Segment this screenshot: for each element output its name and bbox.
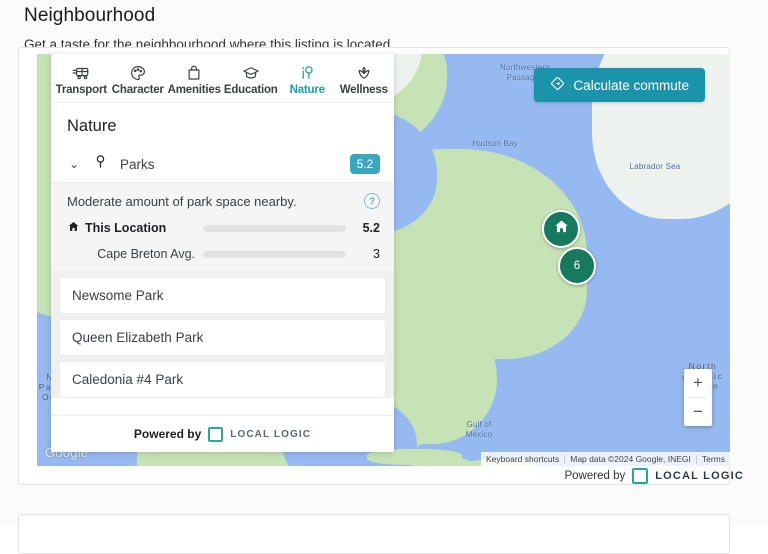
- area-average-value: 3: [373, 247, 380, 261]
- help-icon[interactable]: ?: [364, 193, 380, 209]
- list-item[interactable]: Queen Elizabeth Park: [59, 319, 386, 356]
- shopping-bag-icon: [184, 64, 204, 82]
- this-location-label-group: This Location: [67, 220, 195, 236]
- bus-icon: [71, 64, 91, 82]
- lotus-icon: [354, 64, 374, 82]
- this-location-label: This Location: [85, 221, 167, 235]
- chevron-down-icon[interactable]: ⌄: [67, 157, 81, 171]
- local-logic-logo-icon: [208, 426, 224, 442]
- zoom-out-button[interactable]: −: [684, 398, 712, 426]
- graduation-cap-icon: [241, 64, 261, 82]
- tab-nature[interactable]: Nature: [279, 54, 336, 102]
- tab-amenities[interactable]: Amenities: [166, 54, 223, 102]
- tab-amenities-label: Amenities: [167, 84, 221, 96]
- commute-diamond-icon: [550, 76, 565, 94]
- panel-powered-by-text: Powered by: [133, 427, 202, 441]
- map-cluster-count: 6: [573, 260, 581, 272]
- neighbourhood-page: Neighbourhood Get a taste for the neighb…: [0, 0, 768, 554]
- map-marker-home[interactable]: [542, 210, 580, 248]
- map-zoom-controls: + −: [684, 369, 712, 426]
- category-name: Parks: [120, 156, 155, 172]
- tab-education-label: Education: [223, 84, 278, 96]
- map-marker-cluster[interactable]: 6: [558, 247, 596, 285]
- calculate-commute-label: Calculate commute: [573, 77, 689, 93]
- tab-nature-label: Nature: [289, 84, 325, 96]
- card-powered-by: Powered by LOCAL LOGIC: [564, 468, 744, 484]
- keyboard-shortcuts-link[interactable]: Keyboard shortcuts: [481, 454, 564, 464]
- calculate-commute-button[interactable]: Calculate commute: [534, 68, 705, 102]
- tree-icon: [93, 153, 108, 175]
- home-icon: [553, 218, 570, 240]
- panel-heading: Nature: [67, 117, 117, 135]
- palette-icon: [128, 64, 148, 82]
- neighbourhood-info-panel: Transport Character Amenities Education …: [51, 54, 394, 452]
- home-icon: [67, 220, 80, 236]
- category-detail: Moderate amount of park space nearby. ? …: [51, 183, 394, 271]
- area-average-label: Cape Breton Avg.: [97, 247, 195, 261]
- category-description: Moderate amount of park space nearby.: [67, 193, 297, 209]
- page-title: Neighbourhood: [24, 5, 156, 26]
- card-powered-by-text: Powered by: [564, 470, 626, 482]
- category-tabs: Transport Character Amenities Education …: [51, 54, 394, 103]
- terms-link[interactable]: Terms: [697, 454, 730, 464]
- comparison-row-area-average: Cape Breton Avg. 3: [67, 247, 380, 261]
- area-average-bar-track: [203, 250, 346, 258]
- card-brand-name: LOCAL LOGIC: [655, 470, 744, 482]
- comparison-row-this-location: This Location 5.2: [67, 220, 380, 236]
- panel-body: Nature ⌄ Parks 5.2 Moderate amount of pa…: [51, 103, 394, 415]
- map-data-attribution: Map data ©2024 Google, INEGI: [570, 454, 691, 464]
- tab-education[interactable]: Education: [223, 54, 280, 102]
- description-row: Moderate amount of park space nearby. ?: [67, 193, 380, 209]
- panel-powered-by: Powered by LOCAL LOGIC: [51, 415, 394, 452]
- local-logic-logo-icon: [632, 468, 649, 484]
- this-location-bar-track: [203, 224, 346, 232]
- map-attribution: Keyboard shortcuts Map data ©2024 Google…: [481, 452, 730, 466]
- category-row-parks[interactable]: ⌄ Parks 5.2: [51, 146, 394, 183]
- tab-character[interactable]: Character: [110, 54, 167, 102]
- panel-brand-name: LOCAL LOGIC: [230, 428, 312, 440]
- tab-transport-label: Transport: [55, 84, 107, 96]
- next-section-card: [18, 514, 730, 554]
- tab-character-label: Character: [111, 84, 164, 96]
- category-score-badge: 5.2: [350, 154, 380, 174]
- park-tree-icon: [297, 64, 317, 82]
- places-list: Newsome Park Queen Elizabeth Park Caledo…: [51, 271, 394, 398]
- tab-transport[interactable]: Transport: [53, 54, 110, 102]
- list-item[interactable]: Newsome Park: [59, 277, 386, 314]
- zoom-in-button[interactable]: +: [684, 369, 712, 397]
- list-item[interactable]: Caledonia #4 Park: [59, 361, 386, 398]
- this-location-value: 5.2: [362, 221, 380, 235]
- tab-wellness-label: Wellness: [339, 84, 388, 96]
- tab-wellness[interactable]: Wellness: [336, 54, 393, 102]
